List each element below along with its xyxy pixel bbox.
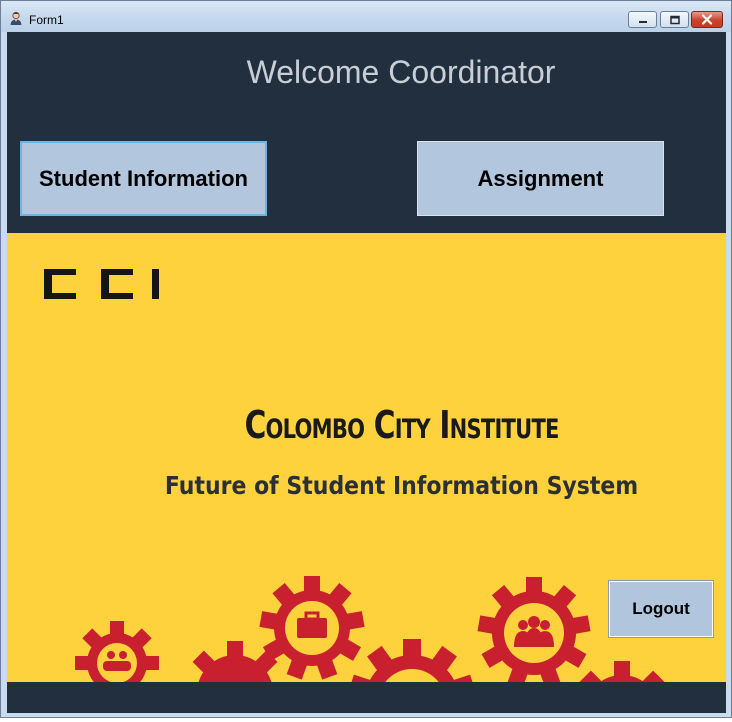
form-client-area: Welcome Coordinator Student Information … [7,32,726,713]
app-user-icon [10,11,22,25]
footer-bar [7,682,726,713]
window-title: Form1 [29,13,64,27]
student-information-button[interactable]: Student Information [20,141,267,216]
minimize-icon [638,20,647,23]
banner-tagline: Future of Student Information System [164,471,639,500]
close-icon [701,14,713,25]
institute-name: Colombo City Institute [94,403,709,447]
welcome-heading: Welcome Coordinator [246,54,556,90]
institute-banner: Colombo City Institute Future of Student… [7,233,726,682]
institute-name-text: Colombo City Institute [244,403,560,447]
title-bar[interactable]: Form1 [1,1,731,32]
application-window: Form1 Welcome Coordinator Student Inform… [0,0,732,718]
assignment-button[interactable]: Assignment [417,141,664,216]
minimize-button[interactable] [628,11,657,28]
close-button[interactable] [691,11,723,28]
cci-logo [44,269,159,299]
maximize-button[interactable] [660,11,689,28]
logout-button[interactable]: Logout [608,580,714,638]
maximize-icon [669,15,680,24]
